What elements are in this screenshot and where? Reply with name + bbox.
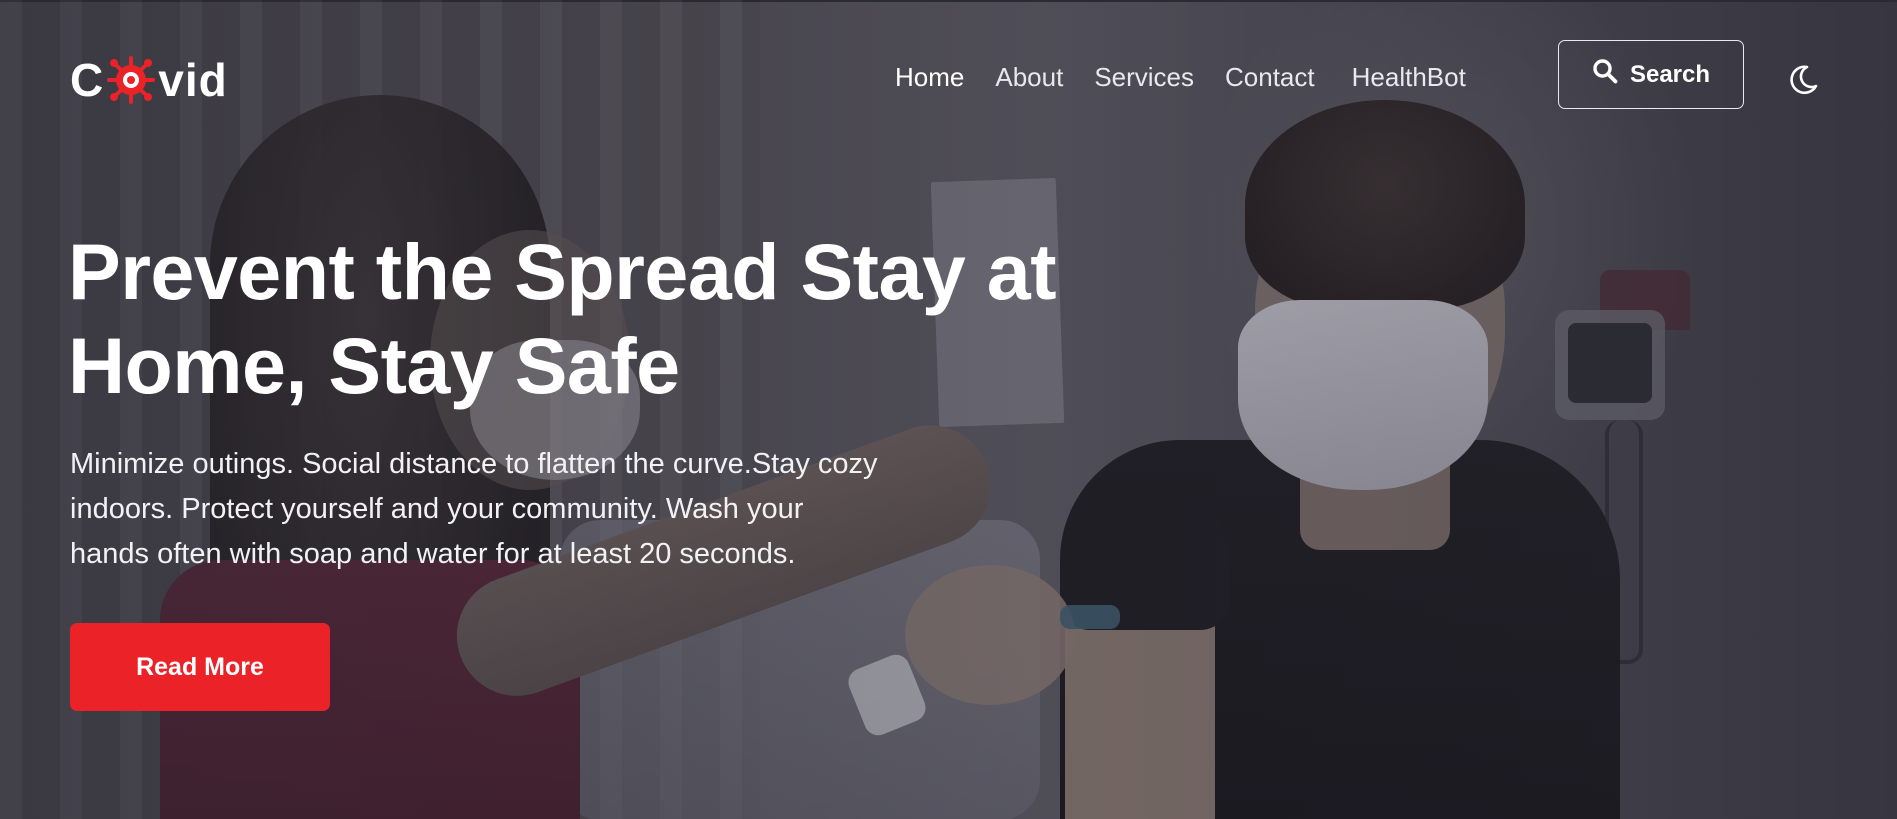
moon-icon [1785, 65, 1821, 102]
search-button-label: Search [1629, 60, 1711, 88]
nav-contact[interactable]: Contact [1225, 62, 1315, 93]
brand-logo[interactable]: C vid [70, 52, 228, 108]
hero-headline-line2: Home, Stay Safe [68, 321, 680, 410]
hero-description-line1: Minimize outings. Social distance to fla… [70, 448, 878, 480]
hero-description: Minimize outings. Social distance to fla… [70, 442, 1000, 577]
hero-description-line2: indoors. Protect yourself and your commu… [70, 493, 804, 525]
main-nav: Home About Services Contact HealthBot [895, 62, 1466, 93]
logo-text-prefix: C [70, 54, 105, 106]
virus-icon [106, 55, 156, 105]
read-more-button[interactable]: Read More [70, 623, 330, 711]
nav-services[interactable]: Services [1094, 62, 1194, 93]
logo-text-suffix: vid [158, 54, 228, 106]
search-icon [1592, 58, 1618, 91]
hero-headline-line1: Prevent the Spread Stay at [68, 227, 1057, 316]
nav-healthbot[interactable]: HealthBot [1352, 62, 1466, 93]
hero-description-line3: hands often with soap and water for at l… [70, 538, 796, 570]
read-more-label: Read More [136, 652, 264, 681]
hero-headline: Prevent the Spread Stay at Home, Stay Sa… [68, 225, 1168, 413]
nav-home[interactable]: Home [895, 62, 964, 93]
search-button[interactable]: Search [1558, 40, 1744, 109]
nav-about[interactable]: About [995, 62, 1063, 93]
theme-toggle[interactable] [1785, 62, 1821, 98]
